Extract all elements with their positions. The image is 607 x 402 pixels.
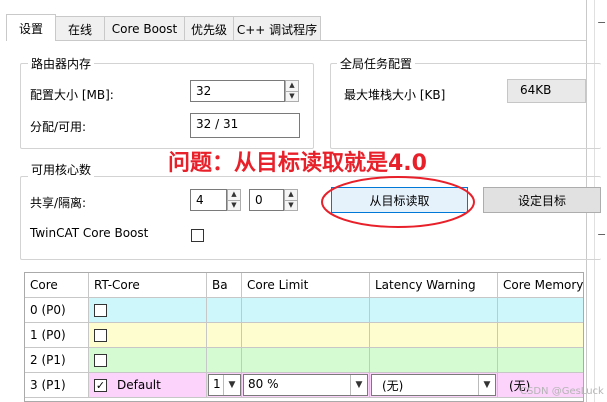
cell-core: 1 (P0) (25, 323, 89, 348)
table-row[interactable]: 2 (P1) (25, 348, 583, 373)
isolated-cores-input[interactable]: 0 (249, 189, 284, 211)
table-row[interactable]: 0 (P0) (25, 298, 583, 323)
cell-ba (207, 323, 242, 348)
set-target-button[interactable]: 设定目标 (483, 187, 601, 213)
ba-dropdown[interactable]: 1 ▼ (208, 374, 241, 396)
chevron-down-icon[interactable]: ▼ (350, 375, 367, 395)
cell-latency (370, 323, 498, 348)
isolated-cores-spinner[interactable]: ▲ ▼ (284, 189, 298, 211)
spin-up-icon[interactable]: ▲ (228, 190, 240, 201)
spin-up-icon[interactable]: ▲ (286, 81, 298, 92)
tab-label: Core Boost (111, 22, 178, 36)
spin-down-icon[interactable]: ▼ (228, 201, 240, 211)
spin-up-icon[interactable]: ▲ (285, 190, 297, 201)
collapse-marker[interactable]: − (597, 16, 606, 29)
cell-memory (498, 323, 583, 348)
annotation-text: 问题：从目标读取就是4.0 (168, 151, 427, 176)
core-limit-value: 80 % (248, 377, 279, 391)
tab-label: 在线 (67, 22, 92, 37)
shared-cores-spinner[interactable]: ▲ ▼ (227, 189, 241, 211)
cell-ba (207, 348, 242, 373)
cell-core-limit (242, 348, 370, 373)
config-size-input[interactable]: 32 (190, 80, 285, 102)
cell-memory (498, 348, 583, 373)
cell-latency (370, 348, 498, 373)
available-cores-title: 可用核心数 (28, 161, 95, 178)
annotation-ellipse (321, 176, 475, 228)
cell-rt-core (89, 323, 207, 348)
col-core[interactable]: Core (25, 273, 89, 298)
cell-ba (207, 298, 242, 323)
rt-core-checkbox-checked[interactable]: ✓ (94, 378, 107, 392)
cell-memory (498, 298, 583, 323)
col-core-limit[interactable]: Core Limit (242, 273, 370, 298)
tab-core-boost[interactable]: Core Boost (104, 16, 185, 41)
cell-rt-core: ✓ Default (89, 373, 207, 398)
router-memory-title: 路由器内存 (28, 55, 95, 72)
table-header: Core RT-Core Ba Core Limit Latency Warni… (25, 273, 583, 298)
max-stack-label: 最大堆栈大小 [KB] (344, 88, 446, 102)
col-core-memory[interactable]: Core Memory (498, 273, 583, 298)
table-row[interactable]: 1 (P0) (25, 323, 583, 348)
global-task-title: 全局任务配置 (337, 55, 416, 72)
tab-label: 设置 (18, 21, 43, 36)
cell-latency: (无) ▼ (370, 373, 498, 398)
tab-strip-divider (6, 40, 586, 41)
core-boost-checkbox[interactable] (191, 229, 204, 242)
col-ba[interactable]: Ba (207, 273, 242, 298)
cell-core: 3 (P1) (25, 373, 89, 398)
tab-label: 优先级 (190, 22, 227, 37)
checkmark-icon: ✓ (95, 378, 106, 392)
alloc-value: 32 / 31 (190, 113, 300, 138)
cell-core-limit (242, 298, 370, 323)
cell-ba: 1 ▼ (207, 373, 242, 398)
max-stack-select[interactable]: 64KB (507, 79, 586, 103)
cell-core: 2 (P1) (25, 348, 89, 373)
cell-core-limit: 80 % ▼ (242, 373, 370, 398)
cell-rt-core (89, 298, 207, 323)
tab-settings[interactable]: 设置 (6, 14, 56, 41)
tab-priority[interactable]: 优先级 (184, 16, 234, 41)
rt-core-checkbox[interactable] (94, 353, 107, 367)
global-task-group (330, 63, 601, 149)
rt-core-checkbox[interactable] (94, 328, 107, 342)
cell-core: 0 (P0) (25, 298, 89, 323)
rt-core-label: Default (117, 378, 161, 392)
tab-online[interactable]: 在线 (55, 16, 105, 41)
core-limit-dropdown[interactable]: 80 % ▼ (243, 374, 368, 396)
core-table: Core RT-Core Ba Core Limit Latency Warni… (24, 272, 584, 402)
cell-latency (370, 298, 498, 323)
watermark: CSDN @GesLuck (520, 386, 604, 397)
cell-core-limit (242, 323, 370, 348)
col-rt-core[interactable]: RT-Core (89, 273, 207, 298)
core-boost-label: TwinCAT Core Boost (30, 226, 149, 240)
alloc-label: 分配/可用: (30, 120, 87, 134)
config-size-spinner[interactable]: ▲ ▼ (285, 80, 299, 102)
latency-value: (无) (382, 379, 404, 393)
chevron-down-icon[interactable]: ▼ (223, 375, 240, 395)
ba-value: 1 (213, 377, 221, 391)
chevron-down-icon[interactable]: ▼ (478, 375, 495, 395)
col-latency-warning[interactable]: Latency Warning (370, 273, 498, 298)
config-size-label: 配置大小 [MB]: (30, 88, 114, 102)
tab-cpp-debugger[interactable]: C++ 调试程序 (233, 16, 321, 41)
tab-label: C++ 调试程序 (236, 22, 318, 37)
spin-down-icon[interactable]: ▼ (285, 201, 297, 211)
shared-isolated-label: 共享/隔离: (30, 196, 87, 210)
cell-rt-core (89, 348, 207, 373)
latency-dropdown[interactable]: (无) ▼ (371, 374, 496, 396)
shared-cores-input[interactable]: 4 (190, 189, 227, 211)
rt-core-checkbox[interactable] (94, 303, 107, 317)
table-row[interactable]: 3 (P1) ✓ Default 1 ▼ 80 % ▼ (无) ▼ (无) (25, 373, 583, 398)
spin-down-icon[interactable]: ▼ (286, 92, 298, 102)
